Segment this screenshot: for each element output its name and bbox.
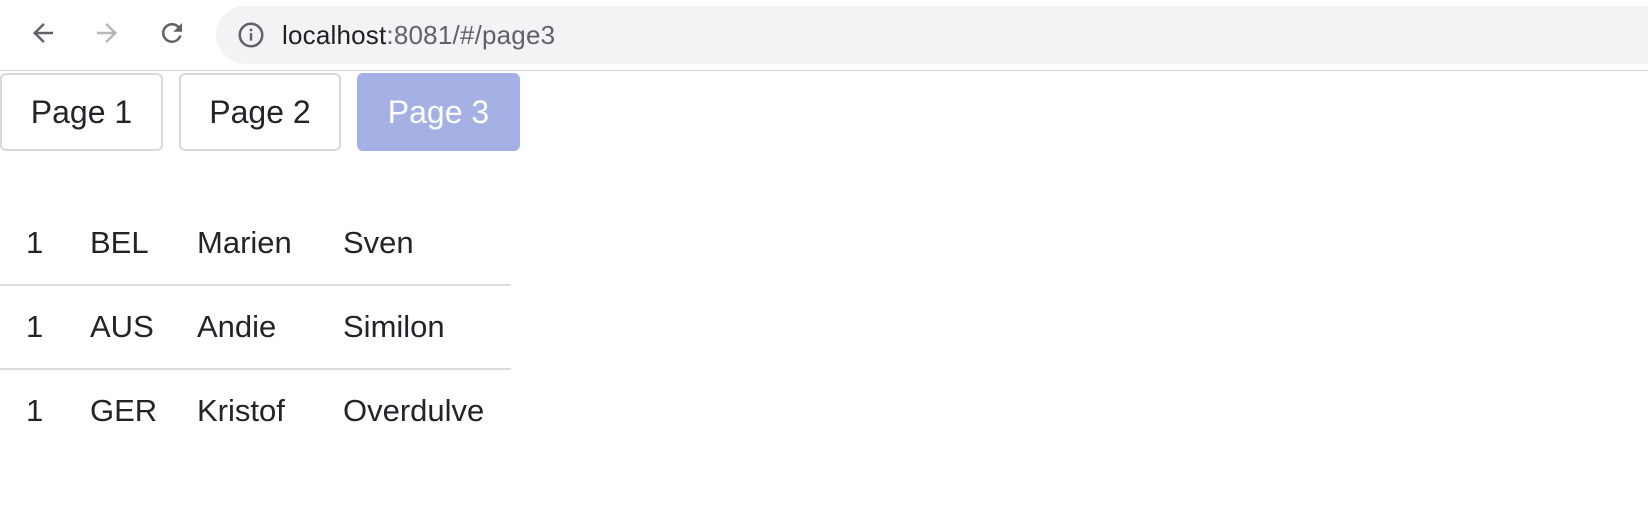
table-cell: Andie bbox=[197, 285, 343, 370]
url-text: localhost:8081/#/page3 bbox=[282, 20, 555, 50]
table-cell: Marien bbox=[197, 202, 343, 286]
browser-toolbar: localhost:8081/#/page3 bbox=[0, 0, 1648, 71]
reload-icon bbox=[161, 22, 182, 43]
page-2-button[interactable]: Page 2 bbox=[179, 73, 341, 151]
back-button[interactable] bbox=[23, 13, 63, 53]
arrow-left-icon bbox=[33, 23, 53, 43]
table-cell: Overdulve bbox=[343, 393, 485, 428]
table-cell: GER bbox=[90, 393, 158, 428]
url-path: :8081/#/page3 bbox=[386, 20, 556, 50]
forward-button[interactable] bbox=[87, 13, 127, 53]
table-cell: 1 bbox=[0, 202, 90, 286]
table-cell: 1 bbox=[0, 285, 90, 370]
arrow-right-icon bbox=[97, 23, 117, 43]
table-cell: BEL bbox=[90, 202, 197, 286]
address-bar[interactable]: localhost:8081/#/page3 bbox=[216, 6, 1648, 64]
table-row: 1 GER Kristof Overdulve bbox=[0, 369, 511, 452]
results-table: 1 BEL Marien Sven 1 AUS Andie Similon 1 … bbox=[0, 202, 511, 452]
page-1-button[interactable]: Page 1 bbox=[0, 73, 163, 151]
reload-button[interactable] bbox=[152, 13, 192, 53]
table-cell: Kristof bbox=[197, 393, 285, 428]
page-nav: Page 1 Page 2 Page 3 bbox=[0, 71, 1648, 153]
table-row: 1 AUS Andie Similon bbox=[0, 285, 511, 370]
table-cell: Similon bbox=[343, 285, 511, 370]
url-host: localhost bbox=[282, 20, 387, 50]
info-circle-icon[interactable] bbox=[236, 20, 266, 50]
page-3-button[interactable]: Page 3 bbox=[357, 73, 520, 151]
table-cell: 1 bbox=[26, 393, 44, 428]
table-cell: AUS bbox=[90, 285, 197, 370]
table-row: 1 BEL Marien Sven bbox=[0, 202, 511, 286]
table-cell: Sven bbox=[343, 202, 511, 286]
